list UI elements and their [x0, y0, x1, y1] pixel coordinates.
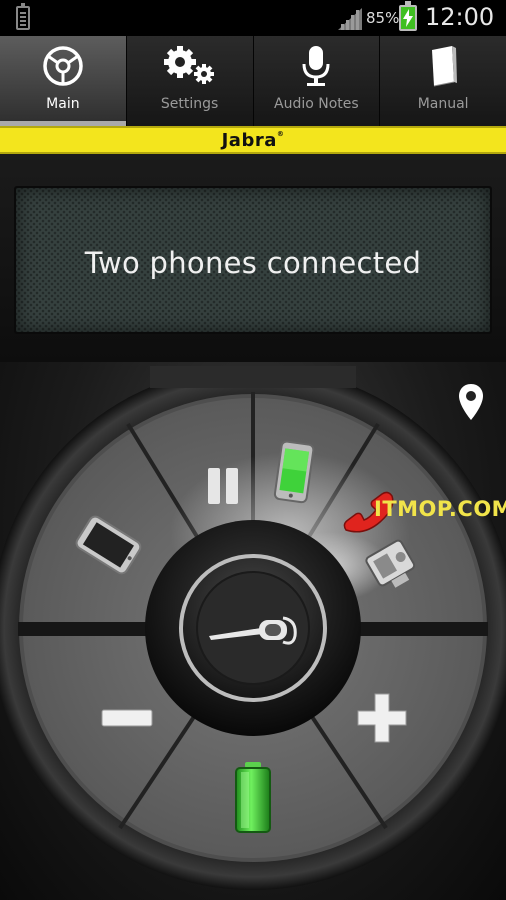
microphone-icon — [302, 46, 330, 86]
signal-icon — [338, 8, 362, 30]
tab-manual[interactable]: Manual — [380, 36, 506, 126]
tab-settings[interactable]: Settings — [126, 36, 254, 126]
control-dial-area — [0, 362, 506, 900]
tab-audio-notes[interactable]: Audio Notes — [253, 36, 381, 126]
pause-icon[interactable] — [204, 464, 244, 510]
tab-main[interactable]: Main — [0, 36, 127, 126]
plus-icon[interactable] — [356, 692, 408, 744]
tab-settings-label: Settings — [160, 96, 219, 112]
battery-icon[interactable] — [232, 760, 274, 836]
minus-icon[interactable] — [100, 704, 154, 732]
tab-bar: Main Settings Audio Notes Manual — [0, 36, 506, 126]
watermark: ITMOP.COM — [374, 497, 506, 521]
book-icon — [432, 46, 458, 87]
status-display: Two phones connected — [14, 186, 492, 334]
tab-audio-notes-label: Audio Notes — [274, 96, 359, 112]
status-bar: 85% 12:00 — [0, 0, 506, 36]
status-display-frame: Two phones connected — [0, 154, 506, 362]
connection-status-text: Two phones connected — [84, 246, 422, 280]
jabra-logo: Jabra® — [221, 130, 285, 151]
tab-manual-label: Manual — [417, 96, 469, 112]
battery-percent: 85% — [366, 9, 400, 27]
tab-main-label: Main — [46, 96, 80, 112]
car-kit-icon[interactable] — [360, 530, 424, 594]
gears-icon — [163, 46, 214, 84]
battery-charging-icon — [399, 1, 417, 31]
headset-icon[interactable] — [205, 606, 301, 652]
smartphone-icon[interactable] — [66, 512, 146, 582]
brand-bar: Jabra® — [0, 126, 506, 154]
radar-icon — [43, 46, 83, 86]
storage-icon — [16, 3, 30, 30]
clock: 12:00 — [425, 3, 495, 31]
location-pin-icon[interactable] — [456, 382, 486, 422]
green-smartphone-icon[interactable] — [272, 440, 318, 506]
